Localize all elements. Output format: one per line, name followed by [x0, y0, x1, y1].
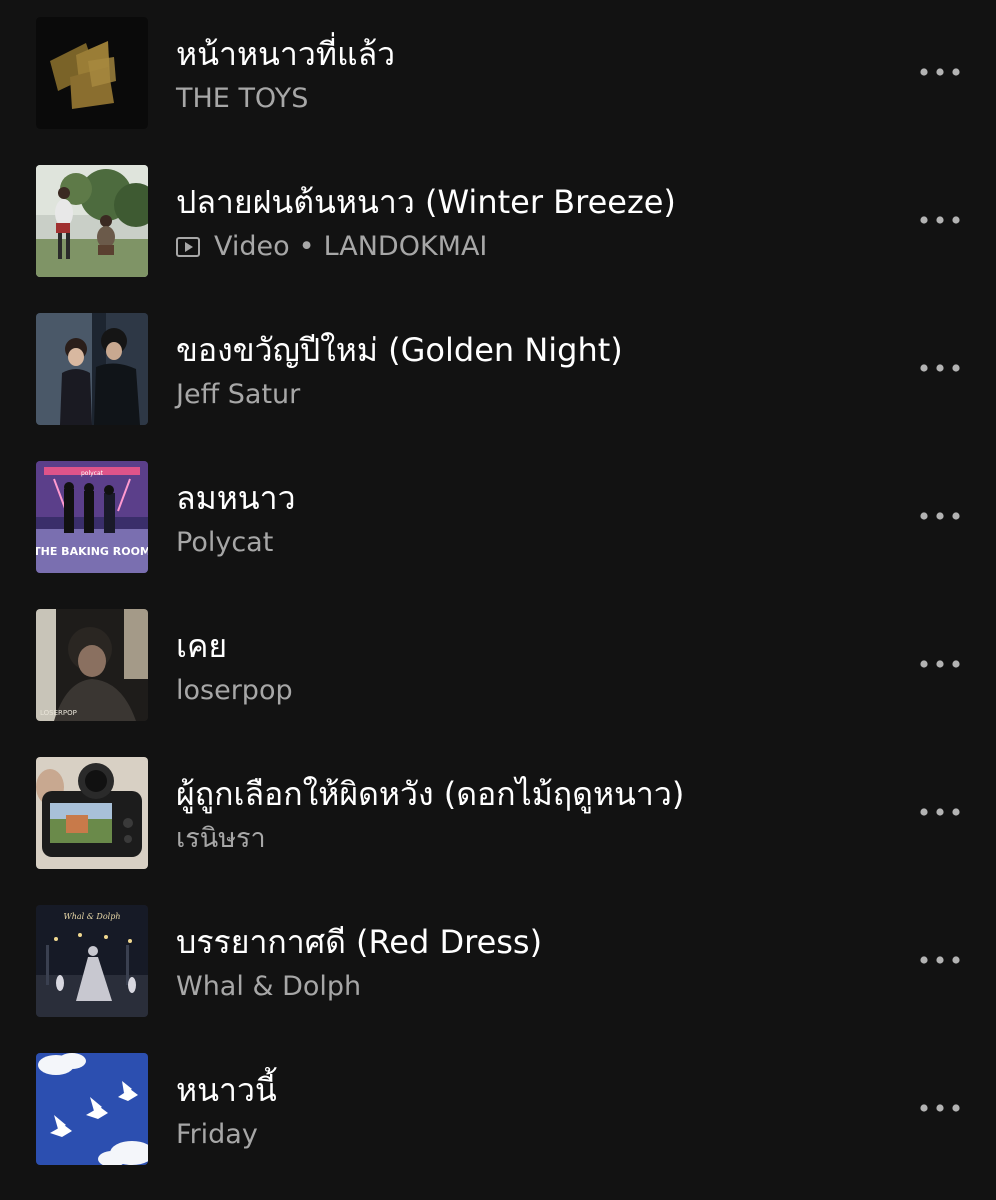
album-cover[interactable]: Whal & Dolph — [36, 905, 148, 1017]
track-row[interactable]: ปลายฝนต้นหนาว (Winter Breeze) Video • LA… — [0, 148, 996, 296]
track-subtitle: Polycat — [176, 526, 273, 560]
loserpop-portrait-cover-art: LOSERPOP — [36, 609, 148, 721]
couple-night-cover-art — [36, 313, 148, 425]
track-row[interactable]: LOSERPOP เคย loserpop — [0, 592, 996, 740]
more-horizontal-icon — [920, 808, 960, 816]
track-title: ของขวัญปีใหม่ (Golden Night) — [176, 331, 623, 369]
track-subtitle: Whal & Dolph — [176, 970, 361, 1004]
album-cover[interactable] — [36, 1053, 148, 1165]
track-row[interactable]: polycat THE BAKING ROOM ลมหนาว Polycat — [0, 444, 996, 592]
more-options-button[interactable] — [908, 50, 972, 94]
track-subtitle: loserpop — [176, 674, 293, 708]
track-artist[interactable]: เรนิษรา — [176, 822, 266, 856]
track-artist[interactable]: Whal & Dolph — [176, 970, 361, 1004]
track-artist[interactable]: Polycat — [176, 526, 273, 560]
album-cover[interactable] — [36, 17, 148, 129]
album-cover[interactable] — [36, 757, 148, 869]
folded-paper-cover-art — [36, 17, 148, 129]
track-artist[interactable]: Friday — [176, 1118, 258, 1152]
track-row[interactable]: หนาวนี้ Friday — [0, 1036, 996, 1184]
track-title: บรรยากาศดี (Red Dress) — [176, 923, 543, 961]
track-list: หน้าหนาวที่แล้ว THE TOYS ปลายฝนต้นหนาว (… — [0, 0, 996, 1200]
cover-logo-text: Whal & Dolph — [64, 912, 121, 921]
more-options-button[interactable] — [908, 1086, 972, 1130]
track-artist[interactable]: LANDOKMAI — [324, 230, 488, 264]
track-artist[interactable]: THE TOYS — [176, 82, 308, 116]
album-cover[interactable]: polycat THE BAKING ROOM — [36, 461, 148, 573]
track-subtitle: Friday — [176, 1118, 258, 1152]
camera-cover-art — [36, 757, 148, 869]
outdoor-couple-cover-art — [36, 165, 148, 277]
track-title: หน้าหนาวที่แล้ว — [176, 35, 396, 73]
more-horizontal-icon — [920, 216, 960, 224]
track-artist[interactable]: loserpop — [176, 674, 293, 708]
track-row[interactable]: หน้าหนาวที่แล้ว THE TOYS — [0, 0, 996, 148]
track-title: ผู้ถูกเลือกให้ผิดหวัง (ดอกไม้ฤดูหนาว) — [176, 775, 685, 813]
album-cover[interactable] — [36, 313, 148, 425]
more-horizontal-icon — [920, 512, 960, 520]
separator-dot: • — [298, 231, 315, 262]
more-horizontal-icon — [920, 1104, 960, 1112]
track-row[interactable]: ของขวัญปีใหม่ (Golden Night) Jeff Satur — [0, 296, 996, 444]
track-type-label: Video — [214, 231, 290, 262]
more-options-button[interactable] — [908, 938, 972, 982]
more-options-button[interactable] — [908, 346, 972, 390]
baking-room-cover-art: polycat THE BAKING ROOM — [36, 461, 148, 573]
more-horizontal-icon — [920, 364, 960, 372]
more-horizontal-icon — [920, 660, 960, 668]
more-options-button[interactable] — [908, 790, 972, 834]
video-play-icon — [176, 237, 200, 257]
album-cover[interactable]: LOSERPOP — [36, 609, 148, 721]
track-title: หนาวนี้ — [176, 1071, 277, 1109]
track-subtitle: Video • LANDOKMAI — [176, 230, 487, 264]
birds-sky-cover-art — [36, 1053, 148, 1165]
night-street-cover-art: Whal & Dolph — [36, 905, 148, 1017]
more-options-button[interactable] — [908, 494, 972, 538]
more-horizontal-icon — [920, 68, 960, 76]
more-horizontal-icon — [920, 956, 960, 964]
track-row[interactable]: Whal & Dolph บรรยากาศดี (Red Dress) Whal… — [0, 888, 996, 1036]
track-title: ปลายฝนต้นหนาว (Winter Breeze) — [176, 183, 676, 221]
track-title: ลมหนาว — [176, 479, 296, 517]
more-options-button[interactable] — [908, 642, 972, 686]
cover-logo-text: THE BAKING ROOM — [36, 545, 148, 558]
track-artist[interactable]: Jeff Satur — [176, 378, 300, 412]
album-cover[interactable] — [36, 165, 148, 277]
more-options-button[interactable] — [908, 198, 972, 242]
track-subtitle: Jeff Satur — [176, 378, 300, 412]
track-subtitle: THE TOYS — [176, 82, 308, 116]
cover-logo-text: polycat — [81, 470, 104, 477]
track-title: เคย — [176, 627, 228, 665]
track-row[interactable]: ผู้ถูกเลือกให้ผิดหวัง (ดอกไม้ฤดูหนาว) เร… — [0, 740, 996, 888]
cover-logo-text: LOSERPOP — [40, 709, 77, 717]
track-subtitle: เรนิษรา — [176, 822, 266, 856]
